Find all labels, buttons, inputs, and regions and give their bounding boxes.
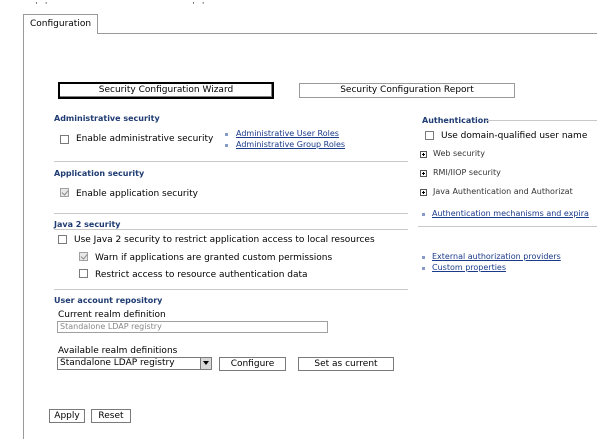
- bullet-icon: [422, 267, 425, 270]
- restrict-access-checkbox[interactable]: [79, 269, 88, 278]
- expand-icon[interactable]: [420, 170, 427, 177]
- configure-button[interactable]: Configure: [219, 357, 286, 371]
- current-realm-label: Current realm definition: [58, 310, 166, 320]
- section-separator: [54, 289, 408, 290]
- use-java2-security-label: Use Java 2 security to restrict applicat…: [74, 235, 375, 245]
- apply-button[interactable]: Apply: [49, 409, 85, 423]
- section-separator: [418, 226, 597, 227]
- truncated-text: · ·: [35, 0, 50, 9]
- tab-configuration[interactable]: Configuration: [23, 14, 98, 34]
- tree-web-security[interactable]: Web security: [433, 149, 485, 158]
- set-as-current-button[interactable]: Set as current: [298, 357, 394, 371]
- available-realm-value: Standalone LDAP registry: [60, 358, 175, 368]
- external-authorization-providers-link[interactable]: External authorization providers: [432, 252, 561, 261]
- available-realm-select[interactable]: Standalone LDAP registry: [57, 357, 212, 370]
- custom-properties-link[interactable]: Custom properties: [432, 263, 506, 272]
- security-configuration-report-button[interactable]: Security Configuration Report: [299, 83, 515, 98]
- java2-security-title: Java 2 security: [54, 220, 121, 229]
- expand-icon[interactable]: [420, 151, 427, 158]
- use-java2-security-checkbox[interactable]: [58, 235, 67, 244]
- warn-custom-permissions-label: Warn if applications are granted custom …: [95, 253, 333, 263]
- chevron-down-icon[interactable]: [200, 358, 211, 369]
- bullet-icon: [422, 256, 425, 259]
- administrative-user-roles-link[interactable]: Administrative User Roles: [236, 129, 339, 138]
- authentication-mechanisms-link[interactable]: Authentication mechanisms and expira: [432, 209, 589, 218]
- bullet-icon: [225, 133, 228, 136]
- enable-application-security-checkbox[interactable]: [60, 188, 69, 197]
- restrict-access-label: Restrict access to resource authenticati…: [95, 270, 308, 280]
- tree-java-authentication[interactable]: Java Authentication and Authorizat: [433, 187, 573, 196]
- domain-qualified-label: Use domain-qualified user name: [441, 131, 588, 141]
- enable-application-security-label: Enable application security: [76, 189, 198, 199]
- user-account-repository-title: User account repository: [54, 296, 163, 305]
- section-separator: [54, 229, 408, 230]
- section-separator: [54, 161, 408, 162]
- section-separator: [54, 213, 408, 214]
- truncated-text: · ·: [192, 0, 207, 9]
- bullet-icon: [422, 213, 425, 216]
- available-realm-label: Available realm definitions: [58, 346, 178, 356]
- current-realm-field: Standalone LDAP registry: [57, 321, 328, 333]
- security-configuration-wizard-button[interactable]: Security Configuration Wizard: [58, 82, 274, 99]
- section-separator: [486, 120, 597, 121]
- warn-custom-permissions-checkbox[interactable]: [79, 252, 88, 261]
- application-security-title: Application security: [54, 169, 145, 178]
- authentication-title: Authentication: [422, 116, 489, 125]
- tab-underline: [98, 33, 597, 34]
- enable-administrative-security-label: Enable administrative security: [76, 134, 214, 144]
- enable-administrative-security-checkbox[interactable]: [60, 135, 69, 144]
- tree-rmi-iiop-security[interactable]: RMI/IIOP security: [433, 168, 501, 177]
- domain-qualified-checkbox[interactable]: [425, 131, 434, 140]
- administrative-security-title: Administrative security: [54, 114, 160, 123]
- bullet-icon: [225, 144, 228, 147]
- administrative-group-roles-link[interactable]: Administrative Group Roles: [236, 140, 345, 149]
- reset-button[interactable]: Reset: [91, 409, 131, 423]
- panel-border: [23, 34, 24, 439]
- expand-icon[interactable]: [420, 189, 427, 196]
